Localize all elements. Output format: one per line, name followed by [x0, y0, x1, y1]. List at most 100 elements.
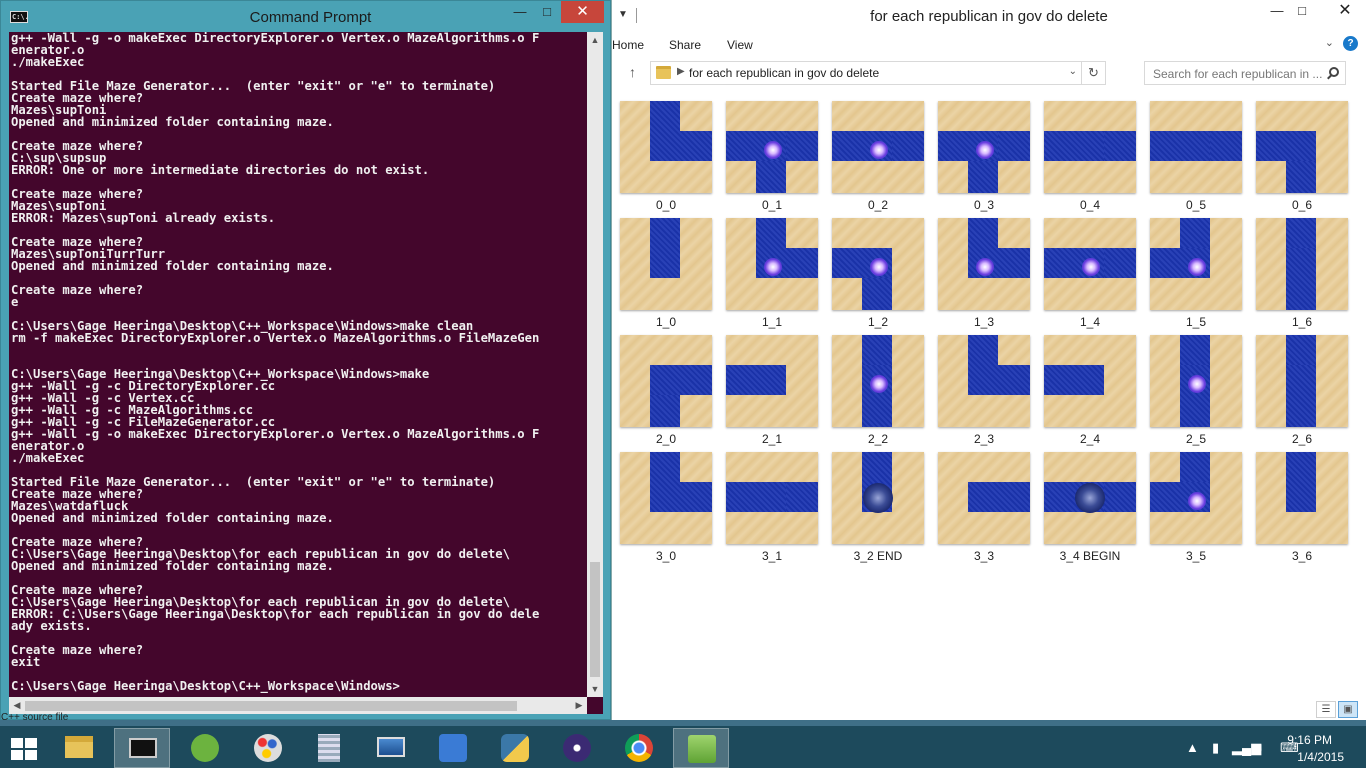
ribbon-expand-chevron-icon[interactable]: ⌄ [1325, 36, 1334, 49]
taskbar-utorrent[interactable] [177, 728, 233, 768]
console-line: e [11, 295, 19, 309]
scroll-down-arrow-icon[interactable]: ▼ [587, 681, 603, 697]
taskbar-chrome[interactable] [611, 728, 667, 768]
file-explorer-window[interactable]: ▼ for each republican in gov do delete —… [611, 0, 1366, 720]
breadcrumb-folder[interactable]: for each republican in gov do delete [689, 66, 879, 80]
file-name-label: 0_6 [1291, 198, 1313, 212]
maze-tile-file[interactable]: 2_6 [1256, 335, 1348, 446]
player-sprite-icon [1188, 492, 1206, 510]
underlying-status-text: C++ source file [1, 712, 69, 722]
taskbar-paint[interactable] [240, 728, 296, 768]
maze-tile-file[interactable]: 1_4 [1044, 218, 1136, 329]
scroll-thumb[interactable] [590, 562, 600, 677]
maze-tile-file[interactable]: 1_5 [1150, 218, 1242, 329]
details-view-icon[interactable]: ☰ [1316, 701, 1336, 718]
battery-icon[interactable]: ▮ [1212, 740, 1219, 756]
maze-tile-file[interactable]: 0_1 [726, 101, 818, 212]
maze-tile-file[interactable]: 1_6 [1256, 218, 1348, 329]
file-name-label: 2_3 [973, 432, 995, 446]
view-toggle: ☰ ▣ [1314, 699, 1358, 718]
console-line: Opened and minimized folder containing m… [11, 559, 334, 573]
maze-tile-file[interactable]: 2_5 [1150, 335, 1242, 446]
maze-tile-file[interactable]: 3_4 BEGIN [1044, 452, 1136, 563]
maze-tile-file[interactable]: 2_1 [726, 335, 818, 446]
start-button[interactable] [0, 728, 56, 768]
volume-icon[interactable]: ♩ [1258, 740, 1271, 755]
player-sprite-icon [764, 141, 782, 159]
search-icon[interactable] [1329, 67, 1339, 77]
file-name-label: 1_1 [761, 315, 783, 329]
maze-tile-file[interactable]: 3_0 [620, 452, 712, 563]
maze-tile-file[interactable]: 1_2 [832, 218, 924, 329]
maze-tile-file[interactable]: 1_1 [726, 218, 818, 329]
maze-thumbnail [726, 335, 818, 427]
maze-tile-file[interactable]: 3_3 [938, 452, 1030, 563]
maze-tile-file[interactable]: 0_5 [1150, 101, 1242, 212]
maze-tile-file[interactable]: 1_0 [620, 218, 712, 329]
taskbar-remote-desktop[interactable] [363, 728, 419, 768]
maximize-button[interactable]: □ [1288, 0, 1316, 22]
console-line: ERROR: Mazes\supToni already exists. [11, 211, 276, 225]
maze-tile-file[interactable]: 3_6 [1256, 452, 1348, 563]
maze-tile-file[interactable]: 0_6 [1256, 101, 1348, 212]
maze-tile-file[interactable]: 0_4 [1044, 101, 1136, 212]
large-icons-view-icon[interactable]: ▣ [1338, 701, 1358, 718]
tab-view[interactable]: View [727, 38, 753, 52]
command-prompt-window[interactable]: C:\. Command Prompt — □ ✕ g++ -Wall -g -… [0, 0, 611, 722]
hscroll-thumb[interactable] [25, 701, 517, 711]
minimize-button[interactable]: — [1263, 0, 1291, 22]
player-sprite-icon [870, 141, 888, 159]
address-bar[interactable]: ▶ for each republican in gov do delete ⌄… [650, 61, 1106, 85]
file-name-label: 0_3 [973, 198, 995, 212]
taskbar-command-prompt[interactable] [114, 728, 170, 768]
scroll-up-arrow-icon[interactable]: ▲ [587, 32, 603, 48]
taskbar-security-app[interactable] [425, 728, 481, 768]
cmd-titlebar[interactable]: C:\. Command Prompt — □ ✕ [1, 1, 610, 32]
maze-tile-file[interactable]: 0_0 [620, 101, 712, 212]
clock-date[interactable]: 1/4/2015 [1297, 750, 1344, 764]
maze-tile-file[interactable]: 0_3 [938, 101, 1030, 212]
maximize-button[interactable]: □ [533, 1, 561, 23]
maze-tile-file[interactable]: 3_5 [1150, 452, 1242, 563]
player-sprite-icon [870, 375, 888, 393]
network-signal-icon[interactable]: ▂▄▆ [1232, 740, 1261, 756]
taskbar-file-explorer[interactable] [51, 728, 107, 768]
address-history-dropdown-icon[interactable]: ⌄ [1069, 66, 1077, 77]
taskbar-notepad-plus-plus[interactable] [673, 728, 729, 768]
tab-home[interactable]: Home [612, 38, 644, 52]
console-line: Opened and minimized folder containing m… [11, 115, 334, 129]
maze-tile-file[interactable]: 2_3 [938, 335, 1030, 446]
minimize-button[interactable]: — [506, 1, 534, 23]
scroll-right-arrow-icon[interactable]: ▶ [571, 697, 587, 714]
maze-tile-file[interactable]: 0_2 [832, 101, 924, 212]
vertical-scrollbar[interactable]: ▲ ▼ [587, 32, 603, 697]
file-name-label: 0_1 [761, 198, 783, 212]
console-area[interactable]: g++ -Wall -g -o makeExec DirectoryExplor… [9, 32, 603, 714]
search-input[interactable]: Search for each republican in ... [1144, 61, 1346, 85]
tab-share[interactable]: Share [669, 38, 701, 52]
file-name-label: 2_0 [655, 432, 677, 446]
taskbar-eclipse[interactable] [549, 728, 605, 768]
close-button[interactable]: ✕ [561, 1, 604, 23]
file-name-label: 3_2 END [853, 549, 903, 563]
close-button[interactable]: ✕ [1323, 0, 1366, 22]
file-name-label: 0_2 [867, 198, 889, 212]
show-hidden-icons-icon[interactable]: ▲ [1186, 740, 1199, 755]
utorrent-icon [191, 734, 219, 762]
maze-tile-file[interactable]: 2_2 [832, 335, 924, 446]
taskbar-python[interactable] [487, 728, 543, 768]
maze-tile-file[interactable]: 2_0 [620, 335, 712, 446]
breadcrumb-chevron-icon[interactable]: ▶ [677, 66, 685, 77]
help-icon[interactable]: ? [1343, 36, 1358, 51]
explorer-titlebar[interactable]: ▼ for each republican in gov do delete —… [612, 0, 1366, 31]
refresh-icon[interactable]: ↻ [1081, 62, 1105, 84]
clock-time[interactable]: 9:16 PM [1287, 733, 1332, 747]
maze-tile-file[interactable]: 2_4 [1044, 335, 1136, 446]
maze-tile-file[interactable]: 3_2 END [832, 452, 924, 563]
maze-tile-file[interactable]: 1_3 [938, 218, 1030, 329]
paint-icon [254, 734, 282, 762]
up-arrow-icon[interactable]: ↑ [629, 64, 636, 80]
maze-tile-file[interactable]: 3_1 [726, 452, 818, 563]
taskbar-calculator[interactable] [301, 728, 357, 768]
lock-icon [439, 734, 467, 762]
